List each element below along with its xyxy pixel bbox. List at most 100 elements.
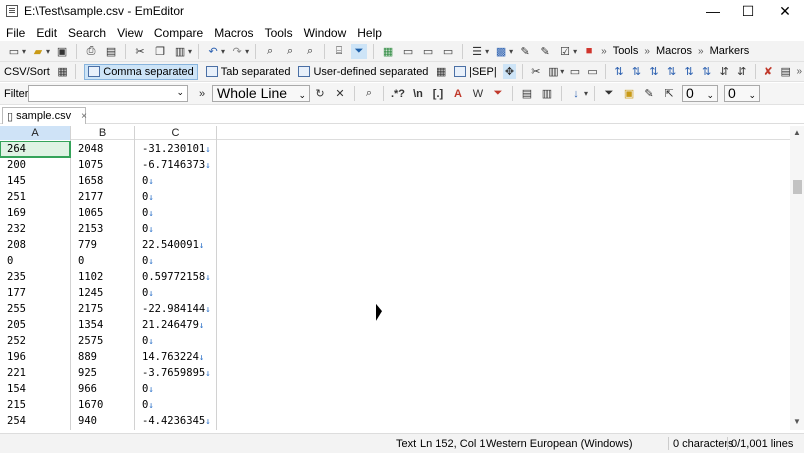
vertical-scrollbar[interactable]: ▲ ▼ [790,126,804,430]
new-dropdown-icon[interactable]: ▾ [22,47,26,56]
menu-compare[interactable]: Compare [154,26,203,40]
redo-icon[interactable]: ↷ [229,44,245,59]
filter-more-icon[interactable]: » [194,86,210,101]
table-cell-a[interactable]: 232 [0,221,70,237]
menu-macros[interactable]: Macros [214,26,253,40]
menu-view[interactable]: View [117,26,143,40]
table-cell-c[interactable]: 0↓ [135,205,216,221]
maximize-button[interactable]: ☐ [729,0,767,22]
filter-funnel-icon[interactable]: ⏷ [601,86,617,101]
next-dropdown-icon[interactable]: ▾ [584,89,588,98]
insert-column-icon[interactable]: ▭ [586,64,600,79]
advanced-filter-icon[interactable]: ⌕ [361,86,377,101]
bookmark-filter-icon[interactable]: ▤ [519,86,535,101]
more-icon[interactable]: » [601,46,607,57]
open-dropdown-icon[interactable]: ▾ [46,47,50,56]
table-cell-c[interactable]: 0↓ [135,221,216,237]
table-cell-c[interactable]: 0↓ [135,333,216,349]
table-cell-c[interactable]: 0↓ [135,381,216,397]
table-cell-a[interactable]: 255 [0,301,70,317]
table-cell-a[interactable]: 215 [0,397,70,413]
close-button[interactable]: ✕ [766,0,804,22]
menu-file[interactable]: File [6,26,25,40]
mode-dropdown-icon[interactable]: ⌄ [298,88,306,103]
table-cell-a[interactable]: 169 [0,205,70,221]
comma-separated-button[interactable]: Comma separated [84,63,198,80]
table-cell-b[interactable]: 1354 [71,317,134,333]
table-cell-c[interactable]: 0↓ [135,189,216,205]
extract-icon[interactable]: ⇱ [661,86,677,101]
markers-toolbar-label[interactable]: Markers [710,45,750,57]
sort-desc-icon[interactable]: ⇅ [630,64,644,79]
bracket-icon[interactable]: [.] [430,86,446,101]
whole-line-select[interactable]: Whole Line ⌄ [212,85,310,102]
table-cell-c[interactable]: -6.7146373↓ [135,157,216,173]
sort-custom-icon[interactable]: ⇵ [735,64,749,79]
before-dropdown-icon[interactable]: ⌄ [706,88,714,103]
csv-extra-icon[interactable]: ▦ [434,64,448,79]
table-cell-c[interactable]: -31.230101↓ [135,141,216,157]
before-lines-select[interactable]: 0 ⌄ [682,85,719,103]
outline-dropdown-icon[interactable]: ▾ [485,47,489,56]
table-cell-a[interactable]: 154 [0,381,70,397]
copy-icon[interactable]: ❐ [152,44,168,59]
csv-properties-icon[interactable]: ▤ [779,64,793,79]
table-cell-c[interactable]: -22.984144↓ [135,301,216,317]
refresh-icon[interactable]: ↻ [312,86,328,101]
properties-icon[interactable]: ✎ [537,44,553,59]
column-header-b[interactable]: B [71,126,135,140]
status-encoding[interactable]: Western European (Windows) [486,438,633,450]
table-cell-c[interactable]: 0↓ [135,253,216,269]
scroll-up-icon[interactable]: ▲ [793,128,801,137]
sort-len-desc-icon[interactable]: ⇅ [700,64,714,79]
scrollbar-thumb[interactable] [793,180,802,194]
sort-asc-icon[interactable]: ⇅ [612,64,626,79]
menu-tools[interactable]: Tools [265,26,293,40]
print-preview-icon[interactable]: ▤ [103,44,119,59]
table-cell-b[interactable]: 779 [71,237,134,253]
undo-icon[interactable]: ↶ [205,44,221,59]
table-cell-c[interactable]: 14.763224↓ [135,349,216,365]
join-csv-icon[interactable]: ▥ [547,64,561,79]
table-cell-b[interactable]: 2177 [71,189,134,205]
more-icon[interactable]: » [698,46,704,57]
cut-icon[interactable]: ✂ [132,44,148,59]
open-folder-icon[interactable]: ▰ [30,44,46,59]
escape-sequence-icon[interactable]: \n [410,86,426,101]
csv-grid-icon[interactable]: ▦ [56,64,70,79]
stop-macro-icon[interactable]: ■ [581,44,597,59]
find-in-files-icon[interactable]: ⌸ [331,44,347,59]
table-cell-b[interactable]: 1658 [71,173,134,189]
tab-sample-csv[interactable]: ▯ sample.csv × [2,107,87,124]
outline-icon[interactable]: ☰ [469,44,485,59]
table-cell-a[interactable]: 208 [0,237,70,253]
next-icon[interactable]: ↓ [568,86,584,101]
table-cell-b[interactable]: 966 [71,381,134,397]
column-tools-icon[interactable]: ✂ [529,64,543,79]
filter-toggle-icon[interactable]: ⏷ [351,43,368,59]
clear-filter-icon[interactable]: ✕ [332,86,348,101]
new-file-icon[interactable]: ▭ [6,44,22,59]
sort-num-asc-icon[interactable]: ⇅ [647,64,661,79]
join-dropdown-icon[interactable]: ▾ [560,67,564,76]
table-cell-c[interactable]: 22.540091↓ [135,237,216,253]
filter-dropdown-icon[interactable]: ⌄ [176,87,184,98]
print-icon[interactable]: ⎙ [83,44,99,59]
select-column-icon[interactable]: ✥ [502,64,517,79]
scroll-down-icon[interactable]: ▼ [793,417,801,426]
more-icon[interactable]: » [644,46,650,57]
table-cell-a[interactable]: 200 [0,157,70,173]
minimize-button[interactable]: — [694,0,732,22]
table-cell-b[interactable]: 2153 [71,221,134,237]
remove-duplicates-icon[interactable]: ✘ [761,64,775,79]
window2-icon[interactable]: ▭ [440,44,456,59]
find-prev-icon[interactable]: ⌕ [302,44,318,59]
table-cell-a[interactable]: 221 [0,365,70,381]
table-cell-c[interactable]: 0.59772158↓ [135,269,216,285]
sort-len-asc-icon[interactable]: ⇅ [682,64,696,79]
column-header-c[interactable]: C [135,126,217,140]
negative-filter-icon[interactable]: ⏷ [490,86,506,101]
tab-separated-button[interactable]: Tab separated [205,66,290,78]
macros-toolbar-label[interactable]: Macros [656,45,692,57]
csv-grid[interactable]: 264 2048 -31.230101↓ 200 1075 -6.7146373↓ 145 1… [0,141,790,430]
